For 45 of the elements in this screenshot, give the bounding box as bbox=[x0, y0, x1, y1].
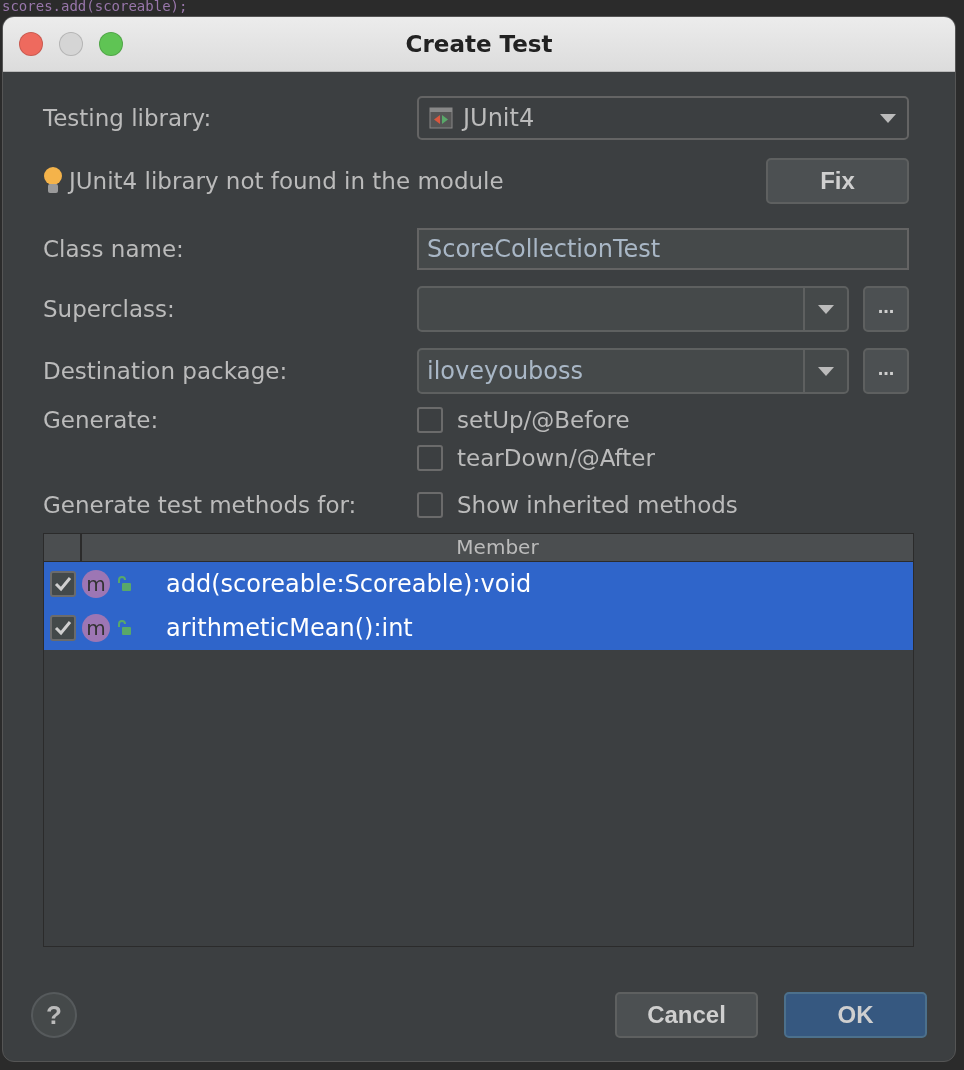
member-row[interactable]: m add(scoreable:Scoreable):void bbox=[44, 562, 913, 606]
checkbox[interactable] bbox=[50, 571, 76, 597]
package-combo[interactable]: iloveyouboss bbox=[417, 348, 849, 394]
field-label: Testing library: bbox=[43, 105, 213, 131]
fix-button[interactable]: Fix bbox=[766, 158, 909, 204]
background-code: scores.add(scoreable); bbox=[2, 0, 188, 14]
method-icon: m bbox=[82, 570, 110, 598]
checkbox-label: tearDown/@After bbox=[457, 445, 655, 471]
dropdown-caret-icon bbox=[879, 112, 897, 124]
checkbox[interactable] bbox=[417, 445, 443, 471]
unlocked-padlock-icon bbox=[116, 576, 132, 592]
member-name: add(scoreable:Scoreable):void bbox=[166, 570, 532, 598]
checkbox[interactable] bbox=[50, 615, 76, 641]
field-label: Destination package: bbox=[43, 358, 289, 384]
dropdown-caret-icon bbox=[817, 365, 835, 377]
dropdown-caret-icon bbox=[817, 303, 835, 315]
checkbox-label: Show inherited methods bbox=[457, 492, 738, 518]
cancel-button[interactable]: Cancel bbox=[615, 992, 758, 1038]
lightbulb-icon bbox=[43, 166, 63, 196]
field-label: Generate test methods for: bbox=[43, 492, 358, 518]
checkmark-icon bbox=[54, 620, 72, 636]
ok-button[interactable]: OK bbox=[784, 992, 927, 1038]
field-label: Generate: bbox=[43, 407, 160, 433]
browse-button[interactable]: ... bbox=[863, 348, 909, 394]
checkmark-icon bbox=[54, 576, 72, 592]
checkbox[interactable] bbox=[417, 407, 443, 433]
checkbox-label: setUp/@Before bbox=[457, 407, 630, 433]
help-button[interactable]: ? bbox=[31, 992, 77, 1038]
method-icon: m bbox=[82, 614, 110, 642]
member-name: arithmeticMean():int bbox=[166, 614, 413, 642]
class-name-field[interactable]: ScoreCollectionTest bbox=[417, 228, 909, 270]
field-label: Class name: bbox=[43, 236, 185, 262]
field-label: Superclass: bbox=[43, 296, 176, 322]
library-icon bbox=[429, 107, 453, 129]
warning-message: JUnit4 library not found in the module bbox=[69, 168, 504, 194]
browse-button[interactable]: ... bbox=[863, 286, 909, 332]
checkbox[interactable] bbox=[417, 492, 443, 518]
unlocked-padlock-icon bbox=[116, 620, 132, 636]
maximize-button[interactable] bbox=[99, 32, 123, 56]
superclass-combo[interactable] bbox=[417, 286, 849, 332]
member-row[interactable]: m arithmeticMean():int bbox=[44, 606, 913, 650]
close-button[interactable] bbox=[19, 32, 43, 56]
minimize-button[interactable] bbox=[59, 32, 83, 56]
window-title: Create Test bbox=[405, 31, 553, 57]
testing-library-dropdown[interactable]: JUnit4 bbox=[417, 96, 909, 140]
